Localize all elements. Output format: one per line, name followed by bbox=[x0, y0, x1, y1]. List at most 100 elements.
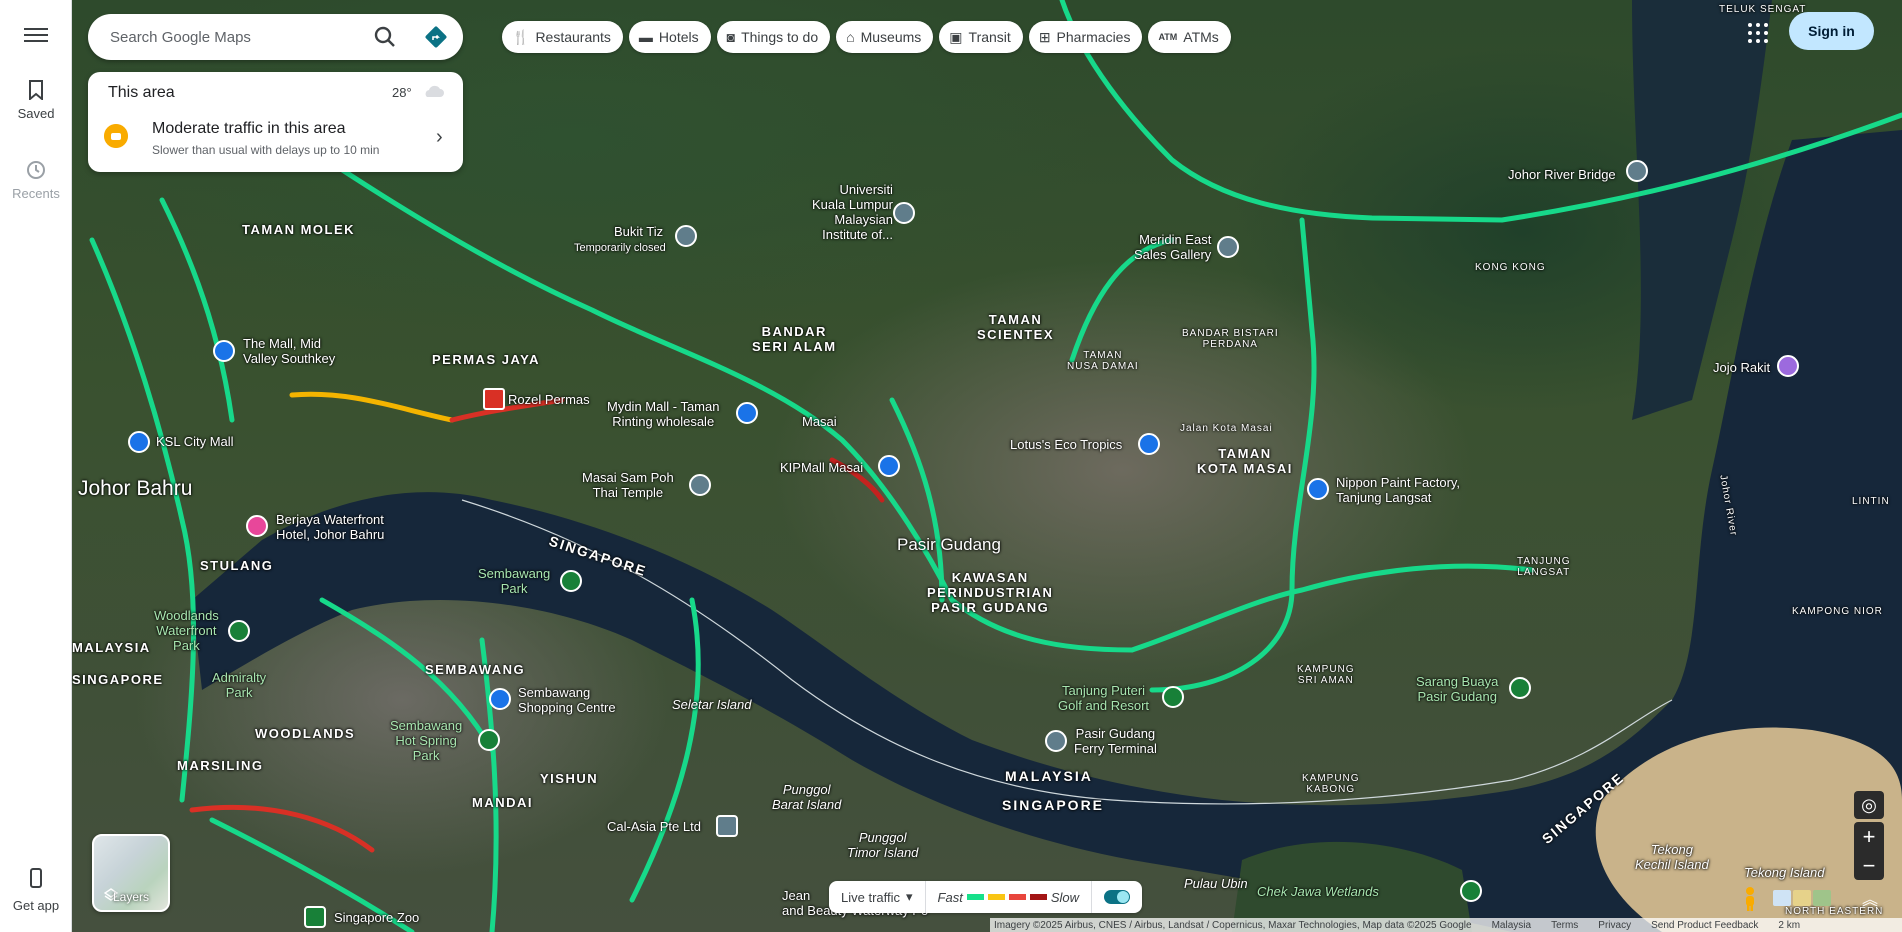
poi-office-icon[interactable] bbox=[1217, 236, 1239, 258]
poi-store-icon[interactable] bbox=[483, 388, 505, 410]
poi-school-icon[interactable] bbox=[893, 202, 915, 224]
swatch-very-slow bbox=[1029, 894, 1047, 900]
get-app-button[interactable]: Get app bbox=[0, 856, 72, 913]
pegman-icon[interactable] bbox=[1740, 886, 1760, 912]
poi-park-icon-3[interactable] bbox=[478, 729, 500, 751]
apps-grid-icon[interactable] bbox=[1745, 20, 1769, 44]
sign-in-button[interactable]: Sign in bbox=[1789, 12, 1874, 50]
label-jalan-kota-masai: Jalan Kota Masai bbox=[1180, 423, 1273, 434]
label-woodlands-waterfront[interactable]: Woodlands Waterfront Park bbox=[154, 608, 219, 653]
pharmacy-icon: ⊞ bbox=[1038, 28, 1051, 45]
traffic-summary-row[interactable]: Moderate traffic in this area Slower tha… bbox=[88, 112, 463, 172]
poi-shopping-icon[interactable] bbox=[1307, 478, 1329, 500]
poi-mall-icon-5[interactable] bbox=[489, 688, 511, 710]
label-berjaya[interactable]: Berjaya Waterfront Hotel, Johor Bahru bbox=[276, 512, 384, 542]
chip-label: ATMs bbox=[1183, 29, 1219, 45]
chip-pharmacies[interactable]: ⊞ Pharmacies bbox=[1028, 21, 1143, 53]
region-link[interactable]: Malaysia bbox=[1492, 920, 1531, 931]
label-yishun: YISHUN bbox=[540, 771, 599, 786]
chip-things-to-do[interactable]: ◙ Things to do bbox=[716, 21, 831, 53]
poi-hotel-icon[interactable] bbox=[246, 515, 268, 537]
chip-hotels[interactable]: ▬ Hotels bbox=[628, 21, 711, 53]
zoom-out-button[interactable]: − bbox=[1854, 851, 1884, 880]
label-mall-mid-valley[interactable]: The Mall, Mid Valley Southkey bbox=[243, 336, 335, 366]
expand-chevron-icon[interactable]: ︽ bbox=[1860, 886, 1880, 909]
label-bukit-tiz[interactable]: Bukit Tiz bbox=[614, 224, 663, 239]
chip-museums[interactable]: ⌂ Museums bbox=[836, 21, 934, 53]
poi-mall-icon-3[interactable] bbox=[213, 340, 235, 362]
thumbnail-default[interactable] bbox=[1773, 890, 1791, 906]
traffic-toggle[interactable] bbox=[1092, 881, 1142, 913]
label-woodlands: WOODLANDS bbox=[255, 726, 356, 741]
chip-transit[interactable]: ▣ Transit bbox=[939, 21, 1023, 53]
poi-temple-icon[interactable] bbox=[689, 474, 711, 496]
label-lotus[interactable]: Lotus's Eco Tropics bbox=[1010, 437, 1122, 452]
label-admiralty[interactable]: Admiralty Park bbox=[212, 670, 266, 700]
traffic-legend: Live traffic ▾ Fast Slow bbox=[829, 881, 1143, 913]
thumbnail-satellite[interactable] bbox=[1813, 890, 1831, 906]
highway-jb-1 bbox=[89, 237, 197, 803]
chip-atms[interactable]: ATM ATMs bbox=[1148, 21, 1231, 53]
scale-label: 2 km bbox=[1778, 919, 1801, 931]
label-meridin[interactable]: Meridin East Sales Gallery bbox=[1134, 232, 1211, 262]
poi-cart-icon[interactable] bbox=[1138, 433, 1160, 455]
menu-icon[interactable] bbox=[22, 24, 50, 48]
label-nippon-paint[interactable]: Nippon Paint Factory, Tanjung Langsat bbox=[1336, 475, 1460, 505]
live-traffic-dropdown[interactable]: Live traffic ▾ bbox=[829, 881, 926, 913]
saved-button[interactable]: Saved bbox=[0, 80, 72, 121]
chip-restaurants[interactable]: 🍴 Restaurants bbox=[502, 21, 623, 53]
label-johor-river-bridge[interactable]: Johor River Bridge bbox=[1508, 167, 1616, 182]
traffic-red-sg bbox=[189, 804, 375, 853]
label-seletar-island: Seletar Island bbox=[672, 697, 752, 712]
temperature: 28° bbox=[392, 85, 412, 100]
zoom-in-button[interactable]: + bbox=[1854, 822, 1884, 851]
poi-park-icon[interactable] bbox=[560, 570, 582, 592]
label-tekong-kechil: Tekong Kechil Island bbox=[1635, 842, 1709, 872]
privacy-link[interactable]: Privacy bbox=[1598, 920, 1631, 931]
poi-golf-icon[interactable] bbox=[1162, 686, 1184, 708]
traffic-detail: Slower than usual with delays up to 10 m… bbox=[152, 143, 380, 157]
poi-mall-icon-4[interactable] bbox=[128, 431, 150, 453]
label-masai-sam-poh[interactable]: Masai Sam Poh Thai Temple bbox=[582, 470, 674, 500]
map-type-thumbnails[interactable] bbox=[1773, 890, 1863, 908]
swatch-fast bbox=[966, 894, 984, 900]
poi-ferry-icon[interactable] bbox=[1045, 730, 1067, 752]
label-malaysia-mid: MALAYSIA bbox=[1005, 768, 1093, 784]
poi-mountain-icon[interactable] bbox=[675, 225, 697, 247]
label-sarang-buaya[interactable]: Sarang Buaya Pasir Gudang bbox=[1416, 674, 1498, 704]
directions-icon[interactable] bbox=[424, 25, 448, 49]
label-jojo-rakit[interactable]: Jojo Rakit bbox=[1713, 360, 1770, 375]
label-singapore-zoo[interactable]: Singapore Zoo bbox=[334, 910, 419, 925]
slow-label: Slow bbox=[1050, 889, 1080, 905]
label-tanjung-puteri[interactable]: Tanjung Puteri Golf and Resort bbox=[1058, 683, 1149, 713]
cloud-icon bbox=[425, 85, 444, 97]
search-icon[interactable] bbox=[372, 24, 398, 50]
label-rozel-permas[interactable]: Rozel Permas bbox=[508, 392, 590, 407]
poi-mall-icon-2[interactable] bbox=[736, 402, 758, 424]
label-sembawang-hot-spring[interactable]: Sembawang Hot Spring Park bbox=[390, 718, 462, 763]
thumbnail-terrain[interactable] bbox=[1793, 890, 1811, 906]
recents-button[interactable]: Recents bbox=[0, 160, 72, 201]
poi-park-icon-2[interactable] bbox=[228, 620, 250, 642]
poi-nature-icon[interactable] bbox=[1509, 677, 1531, 699]
poi-mall-icon[interactable] bbox=[878, 455, 900, 477]
label-taman-nusa-damai: TAMAN NUSA DAMAI bbox=[1067, 350, 1139, 372]
terms-link[interactable]: Terms bbox=[1551, 920, 1578, 931]
poi-building-icon[interactable] bbox=[716, 815, 738, 837]
label-kipmall[interactable]: KIPMall Masai bbox=[780, 460, 863, 475]
label-sembawang-shopping[interactable]: Sembawang Shopping Centre bbox=[518, 685, 616, 715]
poi-landmark-icon[interactable] bbox=[1626, 160, 1648, 182]
poi-park-icon-4[interactable] bbox=[1460, 880, 1482, 902]
label-sembawang-park[interactable]: Sembawang Park bbox=[478, 566, 550, 596]
my-location-button[interactable]: ◎ bbox=[1854, 791, 1884, 819]
label-pasir-gudang-ferry[interactable]: Pasir Gudang Ferry Terminal bbox=[1074, 726, 1157, 756]
poi-lodging-icon[interactable] bbox=[1777, 355, 1799, 377]
label-cal-asia[interactable]: Cal-Asia Pte Ltd bbox=[607, 819, 701, 834]
label-universiti[interactable]: Universiti Kuala Lumpur Malaysian Instit… bbox=[812, 182, 893, 242]
search-input[interactable] bbox=[110, 26, 360, 48]
label-ksl-city-mall[interactable]: KSL City Mall bbox=[156, 434, 234, 449]
label-mydin[interactable]: Mydin Mall - Taman Rinting wholesale bbox=[607, 399, 719, 429]
feedback-link[interactable]: Send Product Feedback bbox=[1651, 920, 1758, 931]
layers-button[interactable]: Layers bbox=[92, 834, 170, 912]
poi-zoo-icon[interactable] bbox=[304, 906, 326, 928]
